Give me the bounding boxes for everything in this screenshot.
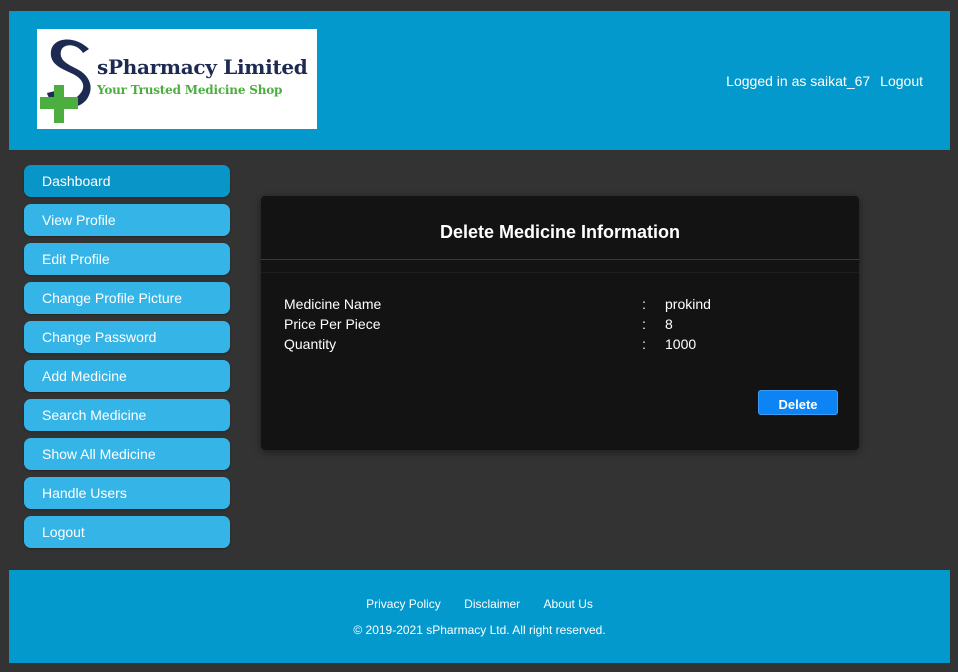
footer-links: Privacy Policy Disclaimer About Us	[9, 597, 950, 611]
logo-title: sPharmacy Limited	[97, 55, 308, 79]
header: sPharmacy Limited Your Trusted Medicine …	[9, 11, 950, 150]
info-label: Quantity	[284, 336, 337, 352]
card-divider	[261, 259, 859, 260]
footer-link-about-us[interactable]: About Us	[544, 597, 593, 611]
sidebar-item-change-password[interactable]: Change Password	[24, 321, 230, 353]
sidebar-item-view-profile[interactable]: View Profile	[24, 204, 230, 236]
info-row-quantity: Quantity : 1000	[284, 336, 844, 356]
sidebar: Dashboard View Profile Edit Profile Chan…	[24, 165, 230, 555]
footer-link-disclaimer[interactable]: Disclaimer	[464, 597, 520, 611]
user-info: Logged in as saikat_67 Logout	[726, 73, 923, 89]
header-logout-link[interactable]: Logout	[880, 73, 923, 89]
info-colon: :	[642, 296, 646, 312]
info-value: prokind	[665, 296, 711, 312]
delete-button[interactable]: Delete	[758, 390, 838, 415]
sidebar-item-edit-profile[interactable]: Edit Profile	[24, 243, 230, 275]
page: sPharmacy Limited Your Trusted Medicine …	[0, 0, 958, 672]
logo-tagline: Your Trusted Medicine Shop	[97, 83, 283, 97]
copyright-text: © 2019-2021 sPharmacy Ltd. All right res…	[353, 623, 606, 637]
info-row-medicine-name: Medicine Name : prokind	[284, 296, 844, 316]
sidebar-item-search-medicine[interactable]: Search Medicine	[24, 399, 230, 431]
sidebar-item-add-medicine[interactable]: Add Medicine	[24, 360, 230, 392]
logo[interactable]: sPharmacy Limited Your Trusted Medicine …	[37, 29, 317, 129]
info-value: 8	[665, 316, 673, 332]
card-divider-secondary	[261, 272, 859, 273]
card-title: Delete Medicine Information	[439, 222, 681, 242]
delete-medicine-card: Delete Medicine Information Medicine Nam…	[261, 196, 859, 450]
info-colon: :	[642, 316, 646, 332]
sidebar-item-show-all-medicine[interactable]: Show All Medicine	[24, 438, 230, 470]
info-colon: :	[642, 336, 646, 352]
sidebar-item-change-profile-picture[interactable]: Change Profile Picture	[24, 282, 230, 314]
info-label: Medicine Name	[284, 296, 382, 312]
footer: Privacy Policy Disclaimer About Us © 201…	[9, 570, 950, 663]
info-row-price-per-piece: Price Per Piece : 8	[284, 316, 844, 336]
logo-icon	[40, 39, 91, 123]
sidebar-item-handle-users[interactable]: Handle Users	[24, 477, 230, 509]
info-value: 1000	[665, 336, 697, 352]
sidebar-item-dashboard[interactable]: Dashboard	[24, 165, 230, 197]
sidebar-item-logout[interactable]: Logout	[24, 516, 230, 548]
logged-in-text: Logged in as saikat_67	[726, 73, 871, 89]
info-label: Price Per Piece	[284, 316, 381, 332]
footer-link-privacy-policy[interactable]: Privacy Policy	[366, 597, 441, 611]
